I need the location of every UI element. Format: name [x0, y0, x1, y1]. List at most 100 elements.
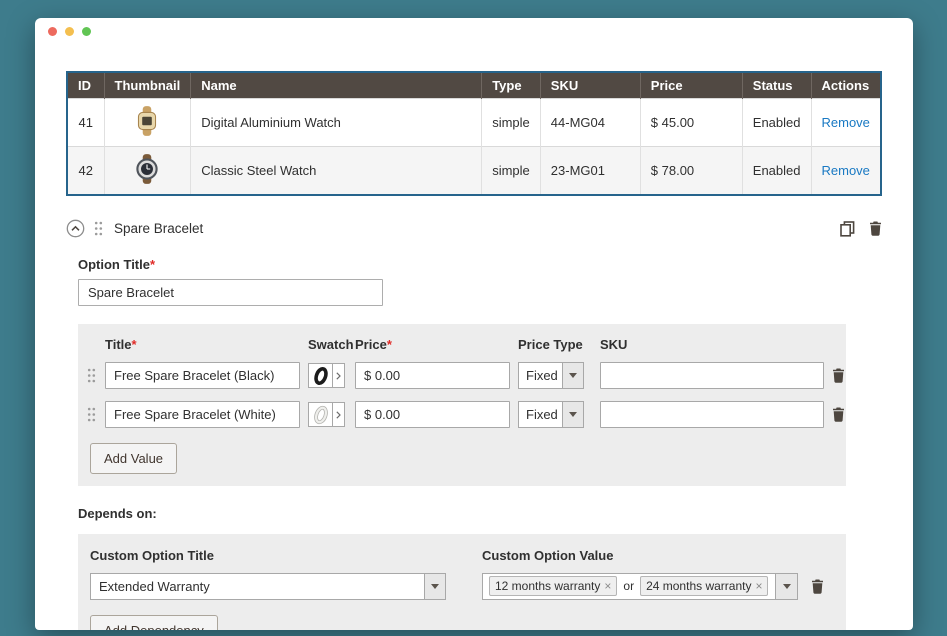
trash-icon [832, 407, 845, 422]
custom-option-value-multiselect[interactable]: 12 months warranty × or 24 months warran… [482, 573, 776, 600]
dependency-header-value: Custom Option Value [482, 548, 834, 563]
duplicate-option-button[interactable] [840, 221, 855, 237]
option-title-input[interactable] [78, 279, 383, 306]
remove-link[interactable]: Remove [822, 163, 870, 178]
white-bracelet-swatch-image [311, 405, 331, 425]
product-price: $ 45.00 [640, 99, 742, 147]
value-title-input[interactable] [105, 362, 300, 389]
chevron-down-icon [431, 584, 439, 589]
option-title-label: Option Title* [78, 257, 882, 272]
custom-option-title-select[interactable]: Extended Warranty [90, 573, 446, 600]
value-title-input[interactable] [105, 401, 300, 428]
option-title-label-text: Option Title [78, 257, 150, 272]
column-header-actions: Actions [811, 72, 881, 99]
product-thumbnail-image [131, 105, 163, 137]
product-sku: 23-MG01 [540, 147, 640, 196]
dependency-row: Extended Warranty 12 months warranty × o… [78, 566, 846, 606]
chevron-right-icon [336, 372, 341, 380]
values-header-row: Title* Swatch Price* Price Type SKU [78, 324, 846, 356]
price-type-select[interactable]: Fixed [518, 401, 584, 428]
drag-handle-icon[interactable] [87, 407, 96, 422]
product-thumbnail [104, 147, 191, 196]
copy-icon [840, 221, 855, 237]
column-header-type: Type [482, 72, 541, 99]
select-arrow-button[interactable] [562, 402, 583, 427]
traffic-light-close-button[interactable] [48, 27, 57, 36]
select-arrow-button[interactable] [562, 363, 583, 388]
product-name: Digital Aluminium Watch [191, 99, 482, 147]
black-bracelet-swatch-image [311, 366, 331, 386]
multiselect-arrow-button[interactable] [776, 573, 798, 600]
option-value-row: Fixed [78, 395, 846, 434]
delete-value-button[interactable] [832, 368, 845, 383]
delete-dependency-button[interactable] [811, 579, 824, 594]
value-price-input[interactable] [355, 401, 510, 428]
remove-link[interactable]: Remove [822, 115, 870, 130]
collapse-option-button[interactable] [66, 219, 85, 238]
values-header-sku: SKU [600, 337, 832, 352]
delete-value-button[interactable] [832, 407, 845, 422]
values-header-price: Price* [355, 337, 518, 352]
price-type-select[interactable]: Fixed [518, 362, 584, 389]
column-header-sku: SKU [540, 72, 640, 99]
option-section-title: Spare Bracelet [114, 221, 203, 236]
product-type: simple [482, 99, 541, 147]
chevron-right-icon [336, 411, 341, 419]
remove-tag-icon[interactable]: × [755, 580, 762, 592]
trash-icon [811, 579, 824, 594]
drag-handle-icon[interactable] [87, 368, 96, 383]
swatch-thumbnail[interactable] [308, 402, 333, 427]
products-table: ID Thumbnail Name Type SKU Price Status … [66, 71, 882, 196]
price-type-value: Fixed [519, 363, 562, 388]
traffic-light-zoom-button[interactable] [82, 27, 91, 36]
required-asterisk: * [132, 337, 137, 352]
trash-icon [869, 221, 882, 236]
value-price-input[interactable] [355, 362, 510, 389]
values-header-swatch: Swatch [308, 337, 355, 352]
required-asterisk: * [150, 257, 155, 272]
swatch-expand-button[interactable] [333, 402, 345, 427]
dependency-value-tag: 12 months warranty × [489, 576, 617, 596]
price-type-value: Fixed [519, 402, 562, 427]
value-sku-input[interactable] [600, 362, 824, 389]
option-value-row: Fixed [78, 356, 846, 395]
swatch-cell [308, 402, 355, 427]
chevron-down-icon [569, 412, 577, 417]
dependency-header-title: Custom Option Title [90, 548, 482, 563]
column-header-name: Name [191, 72, 482, 99]
add-dependency-button[interactable]: Add Dependency [90, 615, 218, 630]
delete-option-button[interactable] [869, 221, 882, 236]
product-id: 42 [67, 147, 104, 196]
products-table-header-row: ID Thumbnail Name Type SKU Price Status … [67, 72, 881, 99]
window-titlebar [35, 18, 913, 45]
value-sku-input[interactable] [600, 401, 824, 428]
column-header-id: ID [67, 72, 104, 99]
swatch-expand-button[interactable] [333, 363, 345, 388]
tag-label: 12 months warranty [495, 579, 600, 593]
custom-option-header: Spare Bracelet [66, 219, 882, 238]
swatch-thumbnail[interactable] [308, 363, 333, 388]
table-row: 41 Digital Aluminium Watch simple 44-MG0… [67, 99, 881, 147]
product-sku: 44-MG04 [540, 99, 640, 147]
custom-option-title-value: Extended Warranty [91, 574, 424, 599]
product-type: simple [482, 147, 541, 196]
column-header-status: Status [742, 72, 811, 99]
traffic-light-minimize-button[interactable] [65, 27, 74, 36]
depends-on-label: Depends on: [78, 506, 882, 521]
values-header-title: Title* [105, 337, 308, 352]
desktop-background: { "colors": { "background": "#3e7c8c", "… [0, 0, 947, 636]
custom-option-value-cell: 12 months warranty × or 24 months warran… [482, 573, 834, 600]
table-row: 42 Classic Steel Watch simple 23-MG01 $ … [67, 147, 881, 196]
tag-label: 24 months warranty [646, 579, 751, 593]
chevron-down-icon [783, 584, 791, 589]
dependency-header-row: Custom Option Title Custom Option Value [78, 534, 846, 566]
product-name: Classic Steel Watch [191, 147, 482, 196]
drag-handle-icon[interactable] [94, 221, 103, 236]
add-value-button[interactable]: Add Value [90, 443, 177, 474]
page-content: ID Thumbnail Name Type SKU Price Status … [35, 45, 913, 630]
chevron-down-icon [569, 373, 577, 378]
dependency-value-tag: 24 months warranty × [640, 576, 768, 596]
remove-tag-icon[interactable]: × [604, 580, 611, 592]
values-header-price-type: Price Type [518, 337, 600, 352]
select-arrow-button[interactable] [424, 574, 445, 599]
